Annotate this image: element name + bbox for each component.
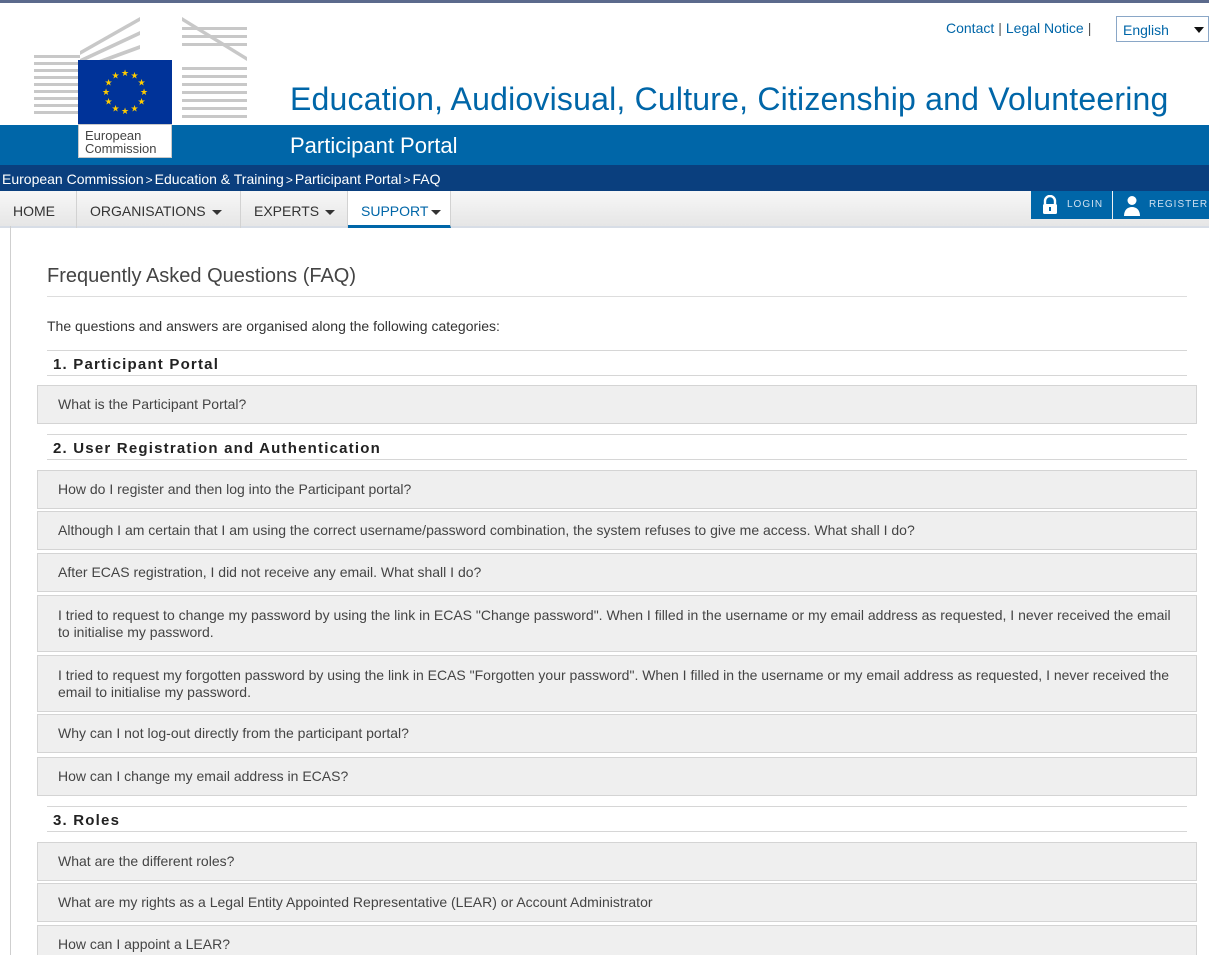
- ec-logo-line2: Commission: [85, 141, 157, 156]
- caret-down-icon: [431, 209, 442, 215]
- faq-question[interactable]: How can I change my email address in ECA…: [37, 757, 1197, 796]
- category-header-user-registration: 2. User Registration and Authentication: [47, 434, 1187, 460]
- eu-flag-icon: ★ ★ ★ ★ ★ ★ ★ ★ ★ ★ ★ ★: [78, 60, 172, 124]
- register-label: REGISTER: [1149, 199, 1209, 210]
- breadcrumb-item-education-training[interactable]: Education & Training: [155, 171, 284, 187]
- nav-item-label: HOME: [13, 203, 55, 219]
- faq-question[interactable]: Although I am certain that I am using th…: [37, 511, 1197, 550]
- link-separator: |: [1087, 20, 1092, 36]
- breadcrumb-item-european-commission[interactable]: European Commission: [2, 171, 144, 187]
- faq-question[interactable]: How do I register and then log into the …: [37, 470, 1197, 509]
- eu-star-icon: ★: [140, 88, 148, 98]
- category-header-roles: 3. Roles: [47, 806, 1187, 832]
- site-title: Education, Audiovisual, Culture, Citizen…: [290, 81, 1169, 117]
- breadcrumb-item-faq: FAQ: [412, 171, 441, 187]
- breadcrumb-separator: >: [285, 173, 293, 187]
- contact-link[interactable]: Contact: [946, 20, 994, 36]
- utility-links: Contact | Legal Notice |: [946, 20, 1095, 36]
- caret-down-icon: [211, 209, 222, 215]
- eu-star-icon: ★: [104, 98, 112, 108]
- page-title: Frequently Asked Questions (FAQ): [47, 265, 357, 287]
- main-nav: HOME ORGANISATIONS EXPERTS SUPPORT LOGIN…: [0, 191, 1209, 228]
- nav-item-organisations[interactable]: ORGANISATIONS: [77, 191, 241, 228]
- ec-logo-label: European Commission: [78, 124, 172, 158]
- nav-item-label: SUPPORT: [361, 203, 429, 219]
- content-left-border: [10, 226, 11, 955]
- language-select[interactable]: English: [1116, 16, 1209, 42]
- faq-question[interactable]: What are the different roles?: [37, 842, 1197, 881]
- login-label: LOGIN: [1067, 199, 1104, 210]
- link-separator: |: [998, 20, 1002, 36]
- eu-star-icon: ★: [121, 107, 129, 117]
- breadcrumb-separator: >: [145, 173, 153, 187]
- breadcrumb: European Commission > Education & Training…: [0, 165, 1209, 191]
- category-header-participant-portal: 1. Participant Portal: [47, 350, 1187, 376]
- language-value: English: [1123, 22, 1169, 38]
- breadcrumb-separator: >: [403, 173, 411, 187]
- eu-star-icon: ★: [102, 88, 110, 98]
- breadcrumb-item-participant-portal[interactable]: Participant Portal: [295, 171, 402, 187]
- legal-notice-link[interactable]: Legal Notice: [1006, 20, 1084, 36]
- lock-icon: [1043, 195, 1057, 214]
- nav-item-label: EXPERTS: [254, 203, 320, 219]
- eu-star-icon: ★: [137, 79, 145, 89]
- nav-item-home[interactable]: HOME: [0, 191, 77, 228]
- eu-star-icon: ★: [130, 105, 138, 115]
- register-button[interactable]: REGISTER: [1113, 191, 1209, 219]
- eu-star-icon: ★: [111, 72, 119, 82]
- eu-star-icon: ★: [111, 105, 119, 115]
- faq-question[interactable]: What is the Participant Portal?: [37, 385, 1197, 424]
- faq-question[interactable]: What are my rights as a Legal Entity App…: [37, 883, 1197, 922]
- nav-item-support[interactable]: SUPPORT: [348, 191, 451, 228]
- faq-question[interactable]: How can I appoint a LEAR?: [37, 925, 1197, 955]
- header-band: [0, 125, 1209, 168]
- intro-text: The questions and answers are organised …: [47, 318, 500, 334]
- nav-item-label: ORGANISATIONS: [90, 203, 206, 219]
- faq-question[interactable]: I tried to request to change my password…: [37, 595, 1197, 652]
- site-subtitle: Participant Portal: [290, 133, 458, 158]
- user-icon: [1124, 196, 1140, 216]
- faq-question[interactable]: Why can I not log-out directly from the …: [37, 714, 1197, 753]
- nav-item-experts[interactable]: EXPERTS: [241, 191, 348, 228]
- title-divider: [47, 296, 1187, 297]
- caret-down-icon: [325, 209, 336, 215]
- faq-question[interactable]: I tried to request my forgotten password…: [37, 655, 1197, 712]
- site-header: ★ ★ ★ ★ ★ ★ ★ ★ ★ ★ ★ ★ European Commission Educati…: [0, 3, 1209, 168]
- faq-question[interactable]: After ECAS registration, I did not recei…: [37, 553, 1197, 592]
- eu-star-icon: ★: [137, 98, 145, 108]
- chevron-down-icon: [1194, 27, 1204, 33]
- eu-star-icon: ★: [121, 69, 129, 79]
- european-commission-logo[interactable]: ★ ★ ★ ★ ★ ★ ★ ★ ★ ★ ★ ★ European Commission: [78, 60, 172, 164]
- login-button[interactable]: LOGIN: [1031, 191, 1112, 219]
